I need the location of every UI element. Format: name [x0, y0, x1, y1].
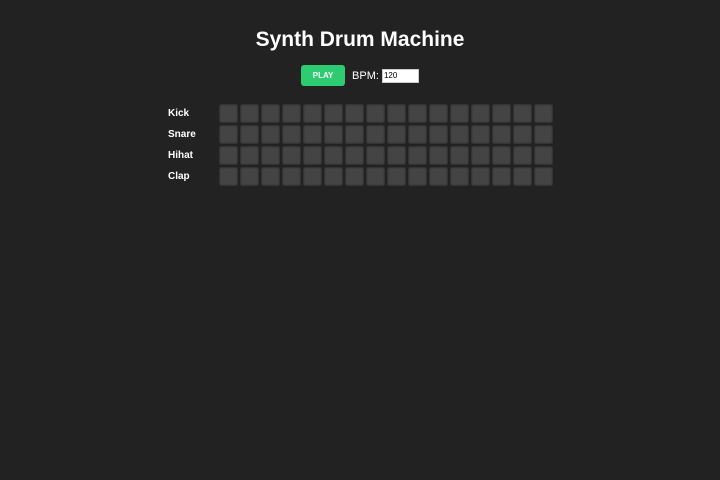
play-button[interactable]: PLAY: [301, 65, 346, 86]
track-label: Hihat: [168, 150, 193, 161]
step-pad[interactable]: [387, 104, 406, 123]
step-pad[interactable]: [429, 167, 448, 186]
track-label: Clap: [168, 171, 190, 182]
step-pad[interactable]: [240, 104, 259, 123]
step-pad[interactable]: [366, 125, 385, 144]
step-pad[interactable]: [324, 167, 343, 186]
step-row: [219, 104, 555, 123]
sequencer-grid: Kick Snare Hihat Clap: [168, 103, 555, 187]
step-pad[interactable]: [450, 146, 469, 165]
step-row: [219, 146, 555, 165]
step-pad[interactable]: [471, 167, 490, 186]
step-row: [219, 125, 555, 144]
step-pad[interactable]: [303, 104, 322, 123]
step-pad[interactable]: [513, 125, 532, 144]
step-pad[interactable]: [240, 167, 259, 186]
step-pad[interactable]: [534, 167, 553, 186]
step-pad[interactable]: [492, 125, 511, 144]
step-pad[interactable]: [408, 125, 427, 144]
step-pad[interactable]: [282, 104, 301, 123]
step-pad[interactable]: [240, 146, 259, 165]
step-pad[interactable]: [219, 104, 238, 123]
step-pad[interactable]: [408, 146, 427, 165]
step-pad[interactable]: [534, 146, 553, 165]
transport-controls: PLAY BPM:: [0, 65, 720, 86]
step-pad[interactable]: [219, 125, 238, 144]
bpm-label: BPM:: [352, 69, 379, 82]
step-pad[interactable]: [219, 167, 238, 186]
step-pad[interactable]: [366, 104, 385, 123]
track-label: Snare: [168, 129, 196, 140]
track-label: Kick: [168, 108, 190, 119]
drum-machine-app: Synth Drum Machine PLAY BPM: Kick Snare …: [0, 0, 720, 480]
step-pad[interactable]: [261, 104, 280, 123]
step-pad[interactable]: [471, 146, 490, 165]
track-row: Snare: [168, 124, 555, 145]
bpm-input[interactable]: [381, 68, 419, 83]
step-pad[interactable]: [345, 104, 364, 123]
step-pad[interactable]: [450, 167, 469, 186]
step-pad[interactable]: [282, 146, 301, 165]
step-pad[interactable]: [513, 146, 532, 165]
step-pad[interactable]: [513, 167, 532, 186]
step-pad[interactable]: [387, 146, 406, 165]
page-title: Synth Drum Machine: [255, 28, 465, 51]
step-pad[interactable]: [345, 125, 364, 144]
step-pad[interactable]: [324, 104, 343, 123]
step-pad[interactable]: [303, 167, 322, 186]
step-pad[interactable]: [282, 167, 301, 186]
step-pad[interactable]: [534, 104, 553, 123]
step-pad[interactable]: [471, 125, 490, 144]
step-pad[interactable]: [471, 104, 490, 123]
step-pad[interactable]: [261, 167, 280, 186]
step-pad[interactable]: [219, 146, 238, 165]
step-pad[interactable]: [345, 167, 364, 186]
step-pad[interactable]: [513, 104, 532, 123]
step-pad[interactable]: [408, 167, 427, 186]
step-pad[interactable]: [387, 125, 406, 144]
step-pad[interactable]: [303, 125, 322, 144]
step-pad[interactable]: [366, 146, 385, 165]
track-row: Hihat: [168, 145, 555, 166]
step-pad[interactable]: [324, 146, 343, 165]
step-pad[interactable]: [450, 104, 469, 123]
step-pad[interactable]: [492, 104, 511, 123]
track-row: Clap: [168, 166, 555, 187]
step-row: [219, 167, 555, 186]
step-pad[interactable]: [429, 146, 448, 165]
step-pad[interactable]: [240, 125, 259, 144]
step-pad[interactable]: [261, 125, 280, 144]
step-pad[interactable]: [429, 125, 448, 144]
step-pad[interactable]: [408, 104, 427, 123]
step-pad[interactable]: [429, 104, 448, 123]
step-pad[interactable]: [345, 146, 364, 165]
step-pad[interactable]: [492, 167, 511, 186]
step-pad[interactable]: [387, 167, 406, 186]
step-pad[interactable]: [261, 146, 280, 165]
step-pad[interactable]: [324, 125, 343, 144]
step-pad[interactable]: [303, 146, 322, 165]
step-pad[interactable]: [366, 167, 385, 186]
step-pad[interactable]: [282, 125, 301, 144]
track-row: Kick: [168, 103, 555, 124]
step-pad[interactable]: [450, 125, 469, 144]
step-pad[interactable]: [492, 146, 511, 165]
step-pad[interactable]: [534, 125, 553, 144]
